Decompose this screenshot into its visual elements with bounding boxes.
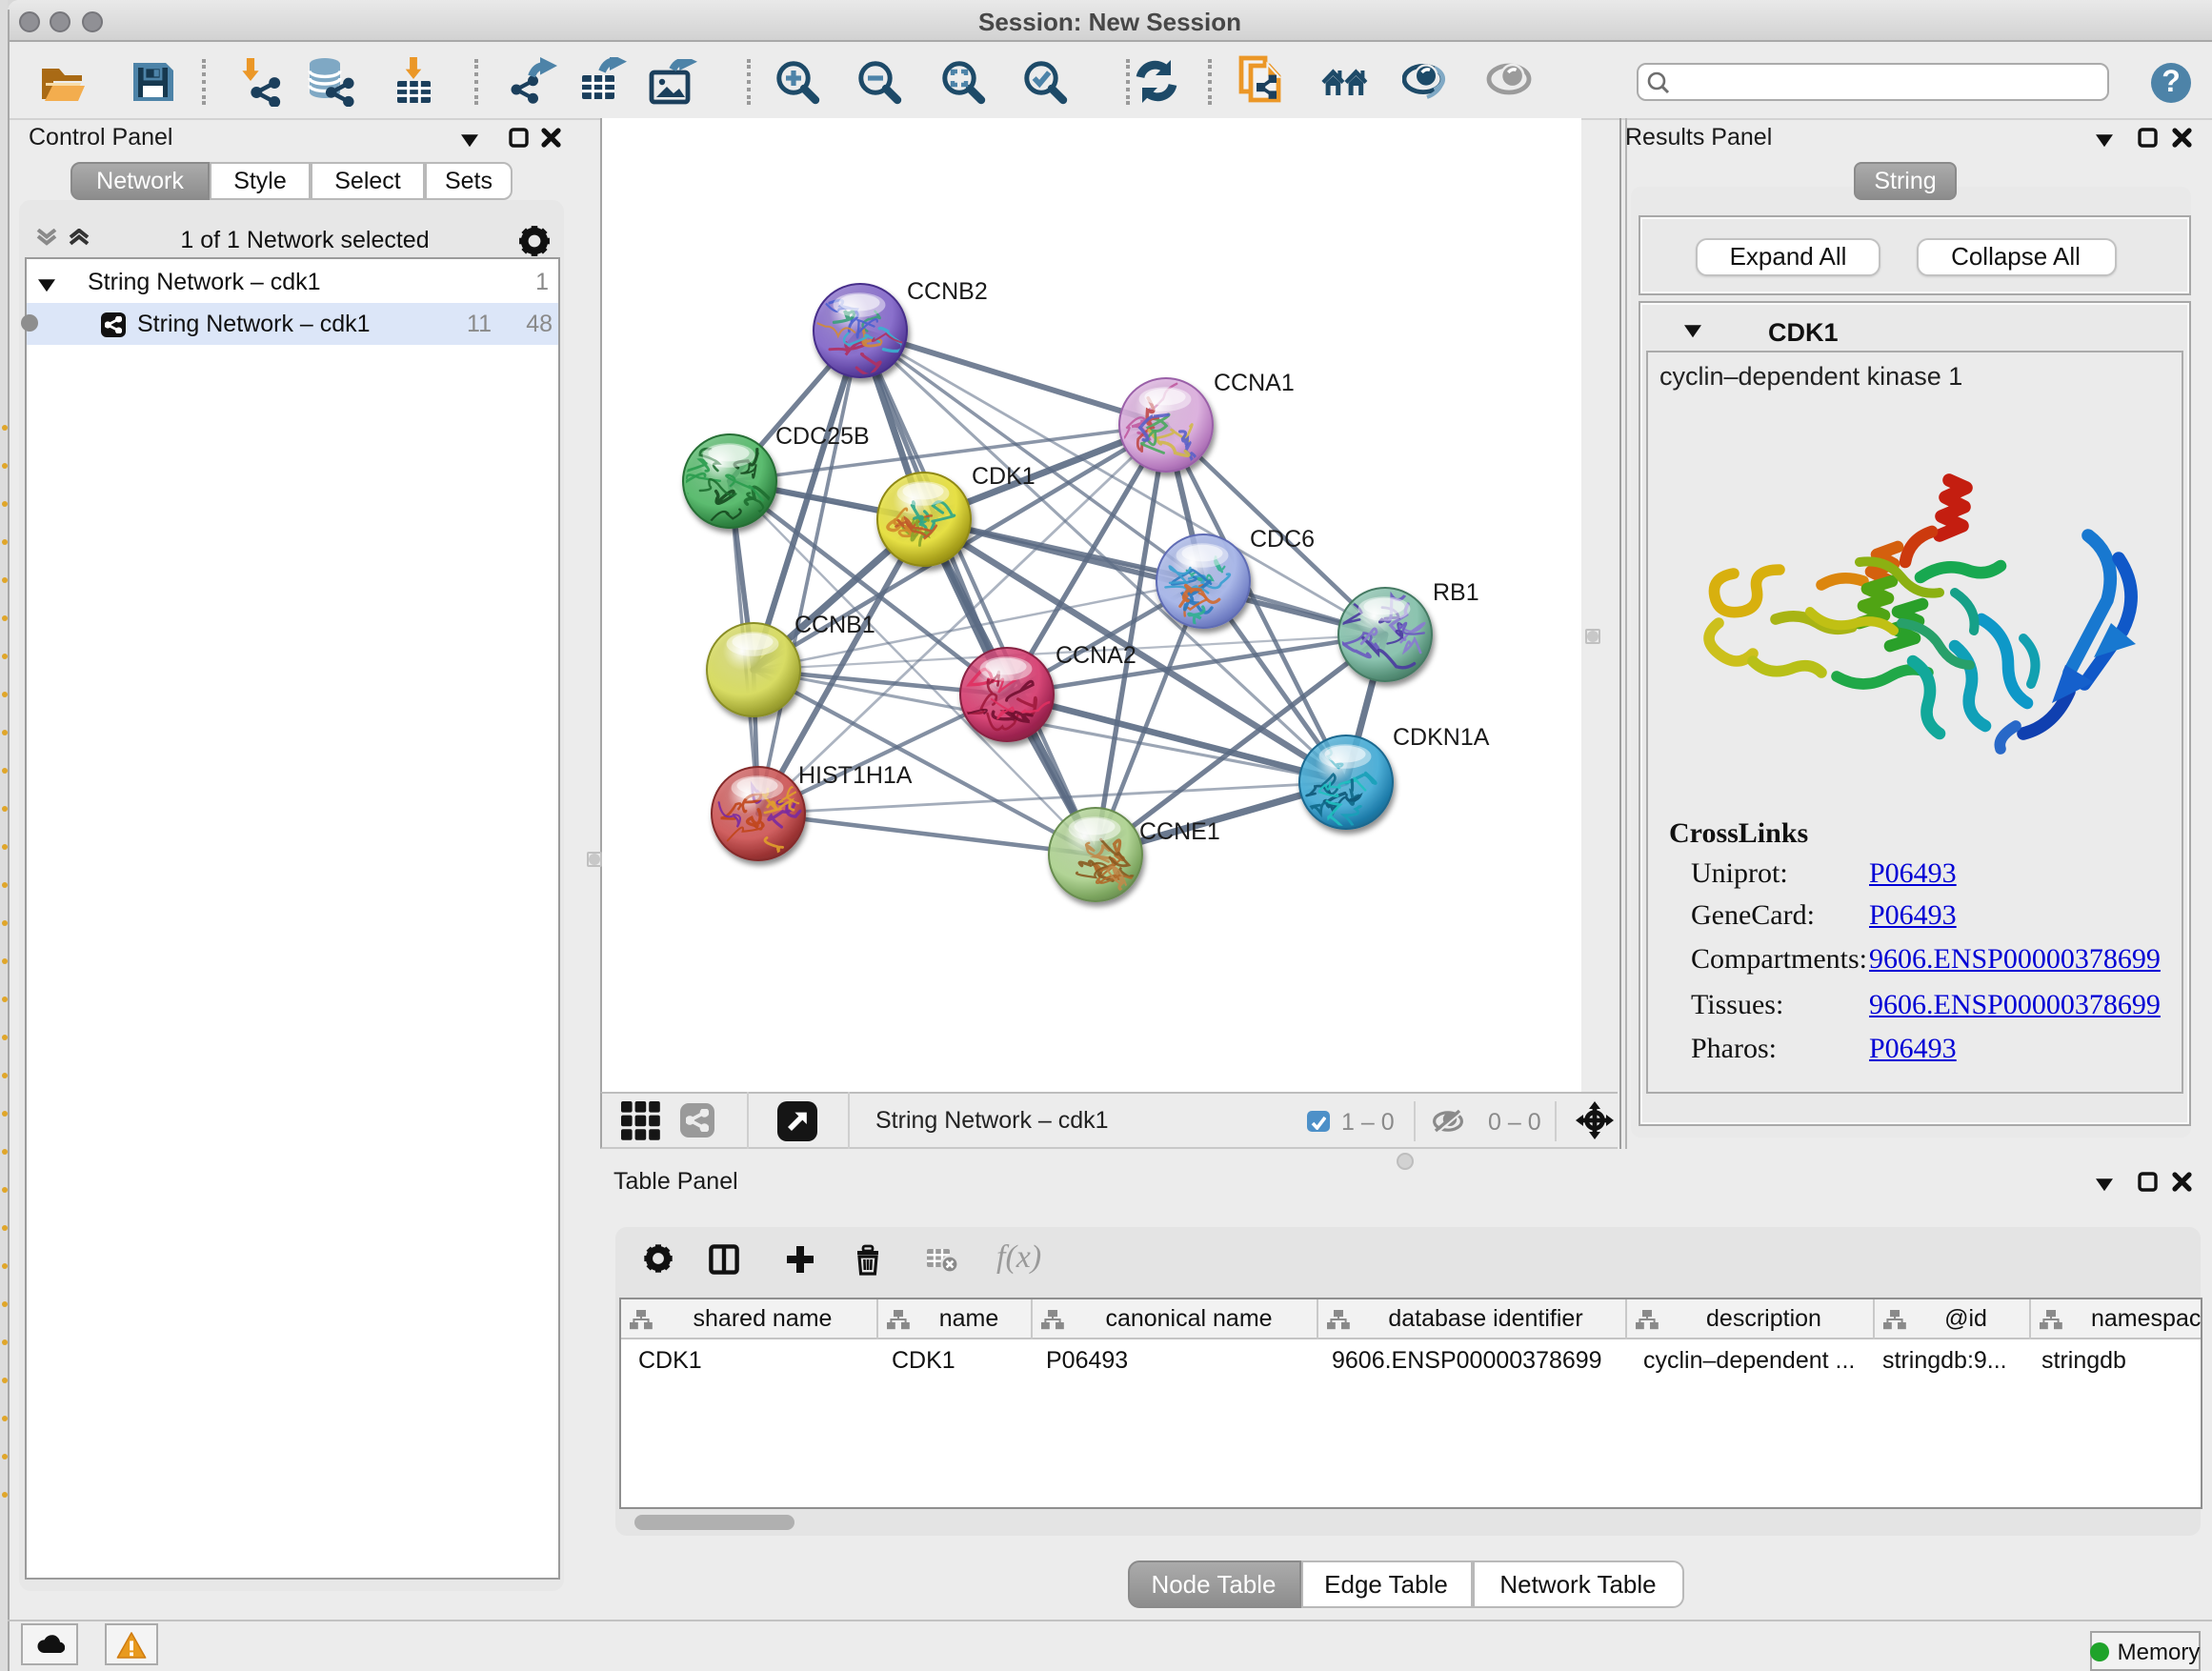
svg-text:CDC6: CDC6 — [1250, 526, 1315, 553]
svg-text:CCNE1: CCNE1 — [1139, 818, 1220, 845]
svg-text:RB1: RB1 — [1433, 579, 1479, 606]
svg-text:CCNB2: CCNB2 — [907, 278, 988, 305]
svg-text:CDK1: CDK1 — [972, 463, 1036, 490]
svg-text:CCNA2: CCNA2 — [1056, 642, 1136, 669]
svg-text:HIST1H1A: HIST1H1A — [798, 762, 913, 789]
svg-text:CDC25B: CDC25B — [775, 423, 870, 450]
svg-text:CCNA1: CCNA1 — [1214, 370, 1295, 396]
svg-text:CCNB1: CCNB1 — [794, 612, 875, 638]
svg-text:CDKN1A: CDKN1A — [1393, 724, 1490, 751]
